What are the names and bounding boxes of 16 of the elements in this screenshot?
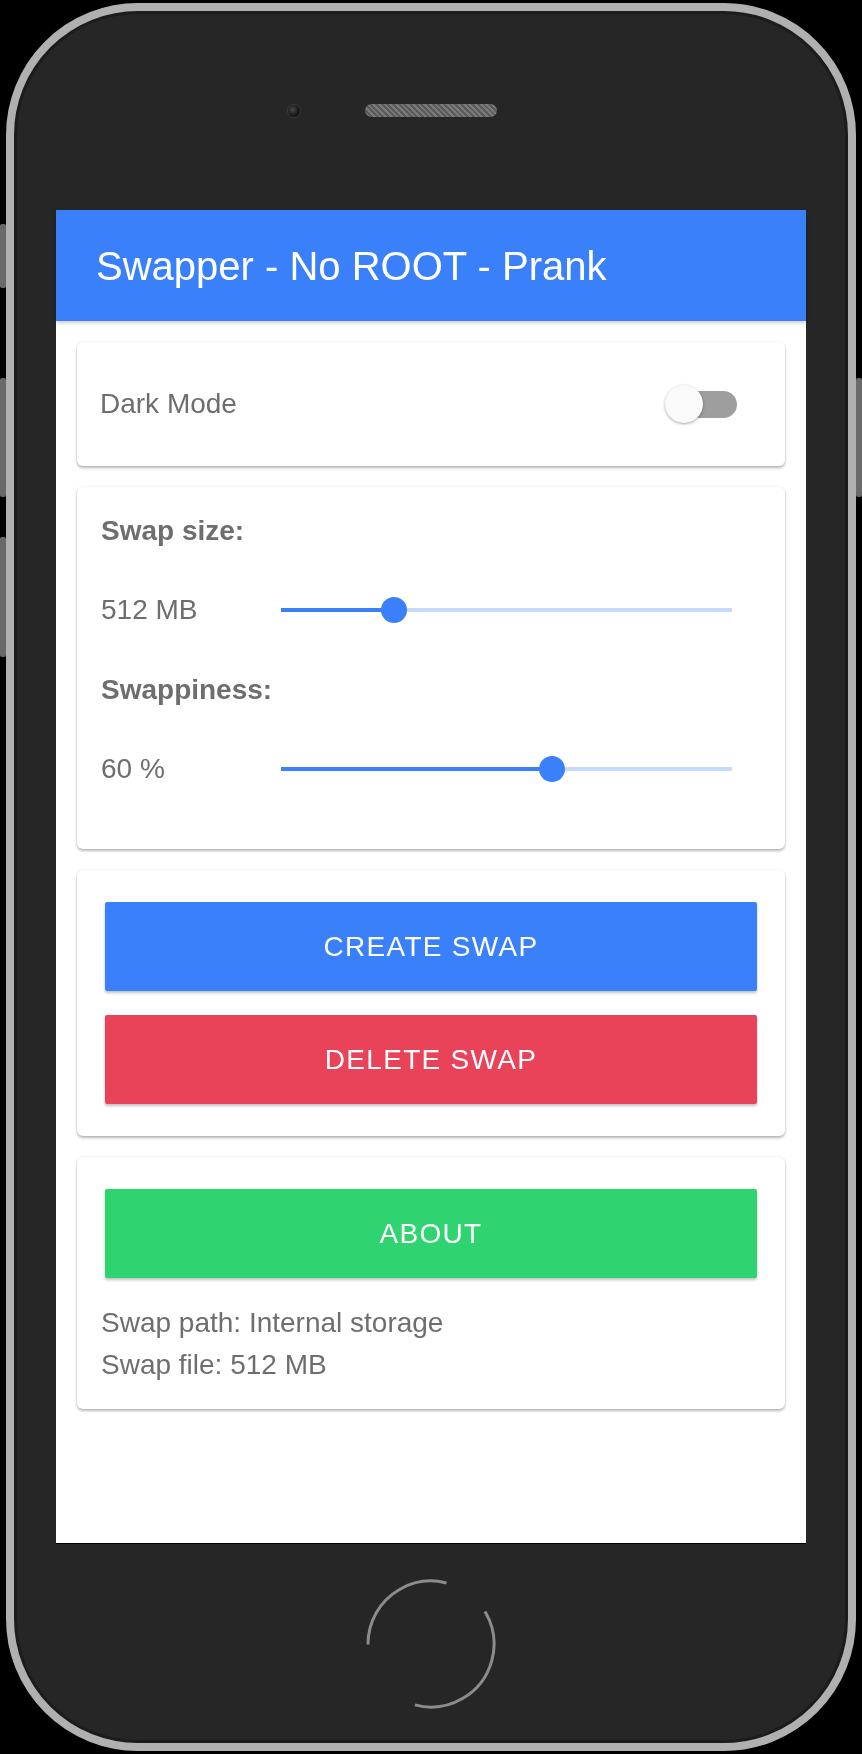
action-button[interactable]: CREATE SWAP	[105, 902, 757, 991]
slider-value: 60 %	[101, 752, 166, 786]
toggle-switch[interactable]	[665, 385, 737, 423]
slider-label: Swappiness:	[101, 673, 274, 707]
info-text: Swap path: Internal storage	[101, 1306, 444, 1340]
info-text: Swap file: 512 MB	[101, 1348, 327, 1382]
about-button[interactable]: ABOUT	[105, 1189, 757, 1278]
setting-label: Dark Mode	[100, 387, 237, 421]
slider-value: 512 MB	[101, 593, 199, 627]
app-title: Swapper - No ROOT - Prank	[96, 242, 607, 290]
slider-label: Swap size:	[101, 514, 246, 548]
slider-thumb[interactable]	[538, 756, 565, 782]
side-key-drawing	[0, 224, 6, 288]
camera-icon	[287, 103, 301, 118]
slider-thumb[interactable]	[380, 597, 407, 623]
action-button[interactable]: DELETE SWAP	[105, 1015, 757, 1104]
